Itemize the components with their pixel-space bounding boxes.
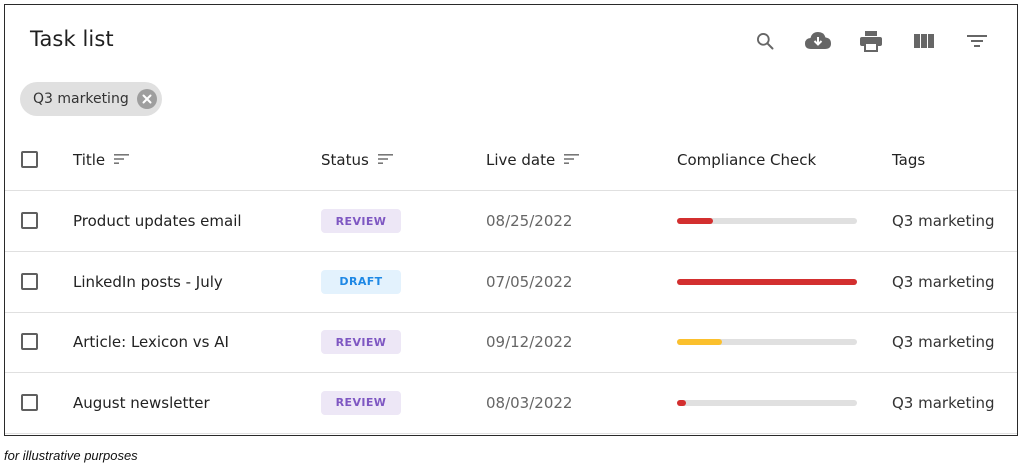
toolbar xyxy=(738,25,1003,57)
compliance-bar-track xyxy=(677,399,857,406)
row-checkbox[interactable] xyxy=(21,212,38,229)
row-status: DRAFT xyxy=(321,252,401,312)
row-title[interactable]: LinkedIn posts - July xyxy=(73,252,223,312)
view-columns-button[interactable] xyxy=(897,25,950,57)
view-columns-icon xyxy=(913,34,934,48)
compliance-bar-track xyxy=(677,339,857,345)
caption: for illustrative purposes xyxy=(4,448,138,463)
row-compliance xyxy=(677,312,857,372)
compliance-bar-track xyxy=(677,278,857,285)
column-header-tags[interactable]: Tags xyxy=(892,130,925,190)
table-row[interactable]: Article: Lexicon vs AI REVIEW 09/12/2022 Q3… xyxy=(5,312,1017,373)
close-circle-icon[interactable] xyxy=(136,89,157,109)
table-header: Title Status Live date Compliance Check … xyxy=(5,130,1017,191)
status-badge: DRAFT xyxy=(321,269,401,294)
row-status: REVIEW xyxy=(321,373,401,433)
column-header-live-date-label: Live date xyxy=(486,151,556,169)
row-live-date: 08/25/2022 xyxy=(486,212,573,230)
compliance-bar-fill xyxy=(677,399,686,406)
row-compliance xyxy=(677,373,857,433)
column-header-status[interactable]: Status xyxy=(321,130,394,190)
status-badge: REVIEW xyxy=(321,390,401,415)
row-live-date: 09/12/2022 xyxy=(486,333,573,351)
status-badge: REVIEW xyxy=(321,330,401,354)
row-title[interactable]: Product updates email xyxy=(73,191,242,251)
page-title: Task list xyxy=(30,27,114,51)
row-status: REVIEW xyxy=(321,191,401,251)
compliance-bar-track xyxy=(677,218,857,224)
compliance-bar-fill xyxy=(677,218,713,224)
sort-icon[interactable] xyxy=(564,151,580,169)
table-row[interactable]: Product updates email REVIEW 08/25/2022 Q3 … xyxy=(5,191,1017,252)
column-header-title[interactable]: Title xyxy=(73,130,130,190)
row-checkbox[interactable] xyxy=(21,333,38,350)
filter-icon xyxy=(966,35,987,47)
search-icon xyxy=(756,33,773,50)
column-header-live-date[interactable]: Live date xyxy=(486,130,580,190)
row-status: REVIEW xyxy=(321,312,401,372)
filter-chip-label: Q3 marketing xyxy=(33,91,129,107)
row-compliance xyxy=(677,252,857,312)
row-tags: Q3 marketing xyxy=(892,272,995,291)
row-title[interactable]: August newsletter xyxy=(73,373,210,433)
status-badge: REVIEW xyxy=(321,209,401,233)
column-header-title-label: Title xyxy=(73,151,106,169)
table-row[interactable]: August newsletter REVIEW 08/03/2022 Q3 mark… xyxy=(5,373,1017,434)
print-button[interactable] xyxy=(844,25,897,57)
row-checkbox[interactable] xyxy=(21,272,38,290)
select-all-checkbox[interactable] xyxy=(21,151,38,168)
compliance-bar-fill xyxy=(677,278,857,285)
row-live-date: 08/03/2022 xyxy=(486,393,573,412)
row-tags: Q3 marketing xyxy=(892,212,995,230)
column-header-compliance-label: Compliance Check xyxy=(677,151,817,169)
column-header-status-label: Status xyxy=(321,151,369,169)
row-checkbox[interactable] xyxy=(21,393,38,411)
download-button[interactable] xyxy=(791,25,844,57)
sort-icon[interactable] xyxy=(377,151,394,169)
row-title[interactable]: Article: Lexicon vs AI xyxy=(73,312,229,372)
row-live-date: 07/05/2022 xyxy=(486,272,573,291)
filter-chip[interactable]: Q3 marketing xyxy=(20,82,162,116)
column-header-tags-label: Tags xyxy=(892,151,926,169)
row-tags: Q3 marketing xyxy=(892,333,995,351)
column-header-compliance[interactable]: Compliance Check xyxy=(677,130,816,190)
row-tags: Q3 marketing xyxy=(892,393,995,412)
row-compliance xyxy=(677,191,857,251)
sort-icon[interactable] xyxy=(114,151,130,169)
filter-button[interactable] xyxy=(950,25,1003,57)
download-icon xyxy=(804,32,831,49)
task-list-card: Task list Q3 marketing Title Status Live… xyxy=(4,4,1018,436)
search-button[interactable] xyxy=(738,25,791,57)
print-icon xyxy=(859,31,882,52)
compliance-bar-fill xyxy=(677,339,722,345)
table-row[interactable]: LinkedIn posts - July DRAFT 07/05/2022 Q3 m… xyxy=(5,252,1017,313)
